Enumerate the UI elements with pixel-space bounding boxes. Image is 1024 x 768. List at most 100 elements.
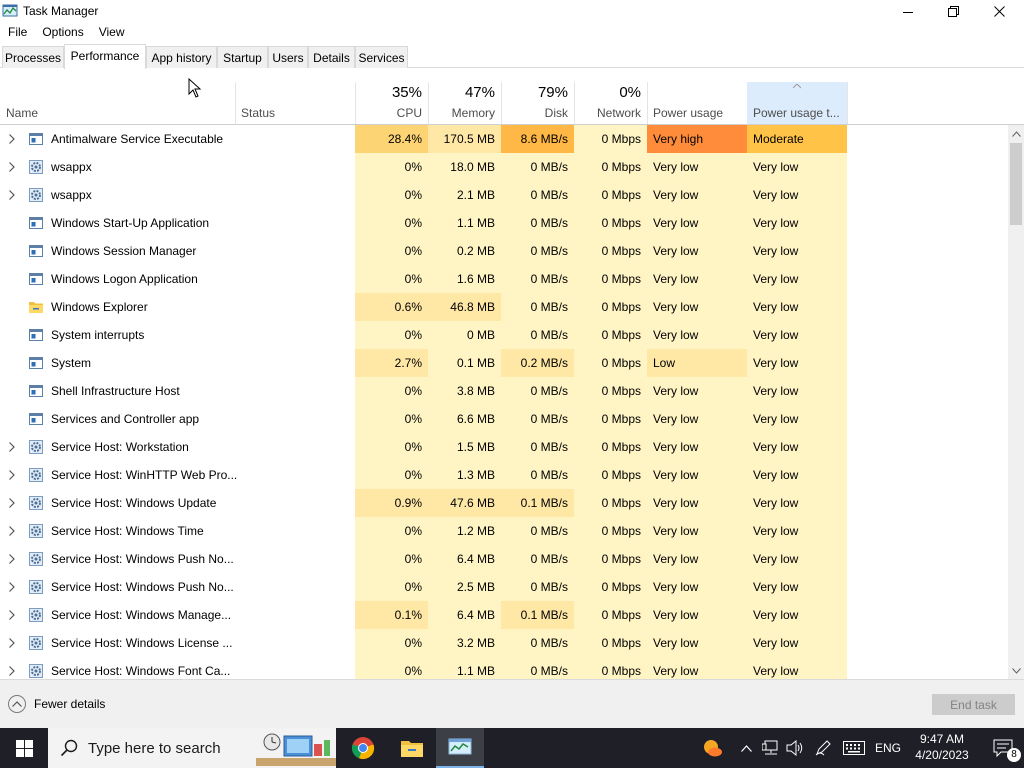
scroll-thumb[interactable] [1010, 143, 1022, 225]
cpu-cell: 0% [355, 573, 428, 601]
power-usage-trend-cell: Very low [747, 265, 847, 293]
chevron-right-icon[interactable] [7, 469, 17, 481]
table-row[interactable]: wsappx 0% 2.1 MB 0 MB/s 0 Mbps Very low Very l… [0, 181, 1008, 209]
network-cell: 0 Mbps [574, 209, 647, 237]
scroll-up-button[interactable] [1008, 125, 1024, 142]
disk-cell: 0 MB/s [501, 209, 574, 237]
tab-processes[interactable]: Processes [2, 46, 64, 68]
taskbar-clock[interactable]: 9:47 AM 4/20/2023 [908, 731, 976, 763]
process-name: Windows Logon Application [51, 272, 198, 286]
table-row[interactable]: Service Host: Windows Push No... 0% 6.4 MB… [0, 545, 1008, 573]
table-row[interactable]: Service Host: Windows Push No... 0% 2.5 MB… [0, 573, 1008, 601]
power-usage-trend-cell: Very low [747, 461, 847, 489]
memory-cell: 1.1 MB [428, 657, 501, 679]
table-row[interactable]: System 2.7% 0.1 MB 0.2 MB/s 0 Mbps Low Very lo… [0, 349, 1008, 377]
menu-bar: File Options View [0, 23, 1024, 43]
table-row[interactable]: Service Host: Windows Update 0.9% 47.6 MB 0… [0, 489, 1008, 517]
chevron-right-icon[interactable] [7, 497, 17, 509]
chevron-right-icon[interactable] [7, 581, 17, 593]
end-task-button[interactable]: End task [932, 694, 1015, 715]
network-cell: 0 Mbps [574, 349, 647, 377]
show-hidden-icons-button[interactable] [737, 728, 755, 768]
menu-view[interactable]: View [84, 23, 125, 43]
taskbar-file-explorer[interactable] [388, 728, 436, 768]
scroll-down-button[interactable] [1008, 662, 1024, 679]
taskbar-task-manager[interactable] [436, 728, 484, 768]
weather-widget[interactable] [698, 728, 726, 768]
chevron-right-icon[interactable] [7, 637, 17, 649]
table-row[interactable]: Windows Logon Application 0% 1.6 MB 0 MB/s 0… [0, 265, 1008, 293]
volume-tray-icon[interactable] [784, 728, 806, 768]
touch-keyboard-button[interactable] [841, 728, 867, 768]
chevron-right-icon[interactable] [7, 161, 17, 173]
gear-icon [29, 440, 43, 454]
taskbar-chrome[interactable] [339, 728, 387, 768]
table-row[interactable]: Service Host: Windows Font Ca... 0% 1.1 MB… [0, 657, 1008, 679]
chevron-right-icon[interactable] [7, 665, 17, 677]
cpu-cell: 0% [355, 629, 428, 657]
column-network[interactable]: 0% Network [574, 82, 647, 124]
tab-app-history[interactable]: App history [146, 46, 217, 68]
table-row[interactable]: Windows Start-Up Application 0% 1.1 MB 0 MB… [0, 209, 1008, 237]
column-disk[interactable]: 79% Disk [501, 82, 574, 124]
table-row[interactable]: Service Host: WinHTTP Web Pro... 0% 1.3 MB… [0, 461, 1008, 489]
table-row[interactable]: Antimalware Service Executable 28.4% 170.5… [0, 125, 1008, 153]
pen-tray-icon[interactable] [812, 728, 834, 768]
table-row[interactable]: Service Host: Windows License ... 0% 3.2 M… [0, 629, 1008, 657]
column-power-usage-trend[interactable]: Power usage t... [747, 82, 847, 124]
chevron-right-icon[interactable] [7, 441, 17, 453]
memory-cell: 1.1 MB [428, 209, 501, 237]
chevron-right-icon[interactable] [7, 525, 17, 537]
vertical-scrollbar[interactable] [1008, 125, 1024, 679]
tab-startup[interactable]: Startup [217, 46, 268, 68]
tab-performance[interactable]: Performance [64, 44, 146, 69]
column-memory[interactable]: 47% Memory [428, 82, 501, 124]
power-usage-cell: Very low [647, 517, 747, 545]
menu-options[interactable]: Options [27, 23, 83, 43]
taskbar-search-box[interactable]: Type here to search [48, 728, 336, 768]
chevron-right-icon[interactable] [7, 189, 17, 201]
restore-button[interactable] [930, 0, 976, 23]
table-row[interactable]: Windows Session Manager 0% 0.2 MB 0 MB/s 0 M… [0, 237, 1008, 265]
table-row[interactable]: Windows Explorer 0.6% 46.8 MB 0 MB/s 0 Mbps V… [0, 293, 1008, 321]
tab-users[interactable]: Users [268, 46, 308, 68]
start-button[interactable] [0, 728, 48, 768]
table-row[interactable]: System interrupts 0% 0 MB 0 MB/s 0 Mbps Very … [0, 321, 1008, 349]
table-row[interactable]: Shell Infrastructure Host 0% 3.8 MB 0 MB/s 0… [0, 377, 1008, 405]
column-power-usage-trend-label: Power usage t... [753, 106, 840, 120]
gear-icon [29, 552, 43, 566]
action-center-button[interactable]: 8 [982, 728, 1024, 768]
close-button[interactable] [976, 0, 1022, 23]
chevron-right-icon[interactable] [7, 553, 17, 565]
search-placeholder: Type here to search [88, 740, 221, 757]
column-cpu[interactable]: 35% CPU [355, 82, 428, 124]
cpu-cell: 0% [355, 405, 428, 433]
cpu-cell: 0% [355, 657, 428, 679]
chevron-right-icon[interactable] [7, 609, 17, 621]
column-power-usage[interactable]: Power usage [647, 82, 747, 124]
column-status[interactable]: Status [235, 82, 355, 124]
table-row[interactable]: Services and Controller app 0% 6.6 MB 0 MB/… [0, 405, 1008, 433]
window-process-icon [29, 273, 43, 285]
table-row[interactable]: Service Host: Windows Manage... 0.1% 6.4 M… [0, 601, 1008, 629]
cpu-cell: 0% [355, 461, 428, 489]
tab-services[interactable]: Services [355, 46, 408, 68]
input-language-indicator[interactable]: ENG [872, 728, 904, 768]
network-cell: 0 Mbps [574, 433, 647, 461]
minimize-button[interactable] [885, 0, 931, 23]
process-name: Service Host: Windows Push No... [51, 580, 234, 594]
table-row[interactable]: Service Host: Workstation 0% 1.5 MB 0 MB/s 0… [0, 433, 1008, 461]
fewer-details-toggle[interactable]: Fewer details [8, 695, 105, 713]
table-row[interactable]: Service Host: Windows Time 0% 1.2 MB 0 MB/s… [0, 517, 1008, 545]
windows-logo-icon [15, 739, 33, 757]
window-process-icon [29, 329, 43, 341]
column-divider[interactable] [847, 82, 848, 124]
cpu-cell: 0% [355, 209, 428, 237]
table-row[interactable]: wsappx 0% 18.0 MB 0 MB/s 0 Mbps Very low Very … [0, 153, 1008, 181]
tab-details[interactable]: Details [308, 46, 355, 68]
chevron-right-icon[interactable] [7, 133, 17, 145]
menu-file[interactable]: File [0, 23, 27, 43]
power-usage-trend-cell: Very low [747, 377, 847, 405]
network-tray-icon[interactable] [760, 728, 782, 768]
chevron-up-circle-icon [8, 695, 26, 713]
